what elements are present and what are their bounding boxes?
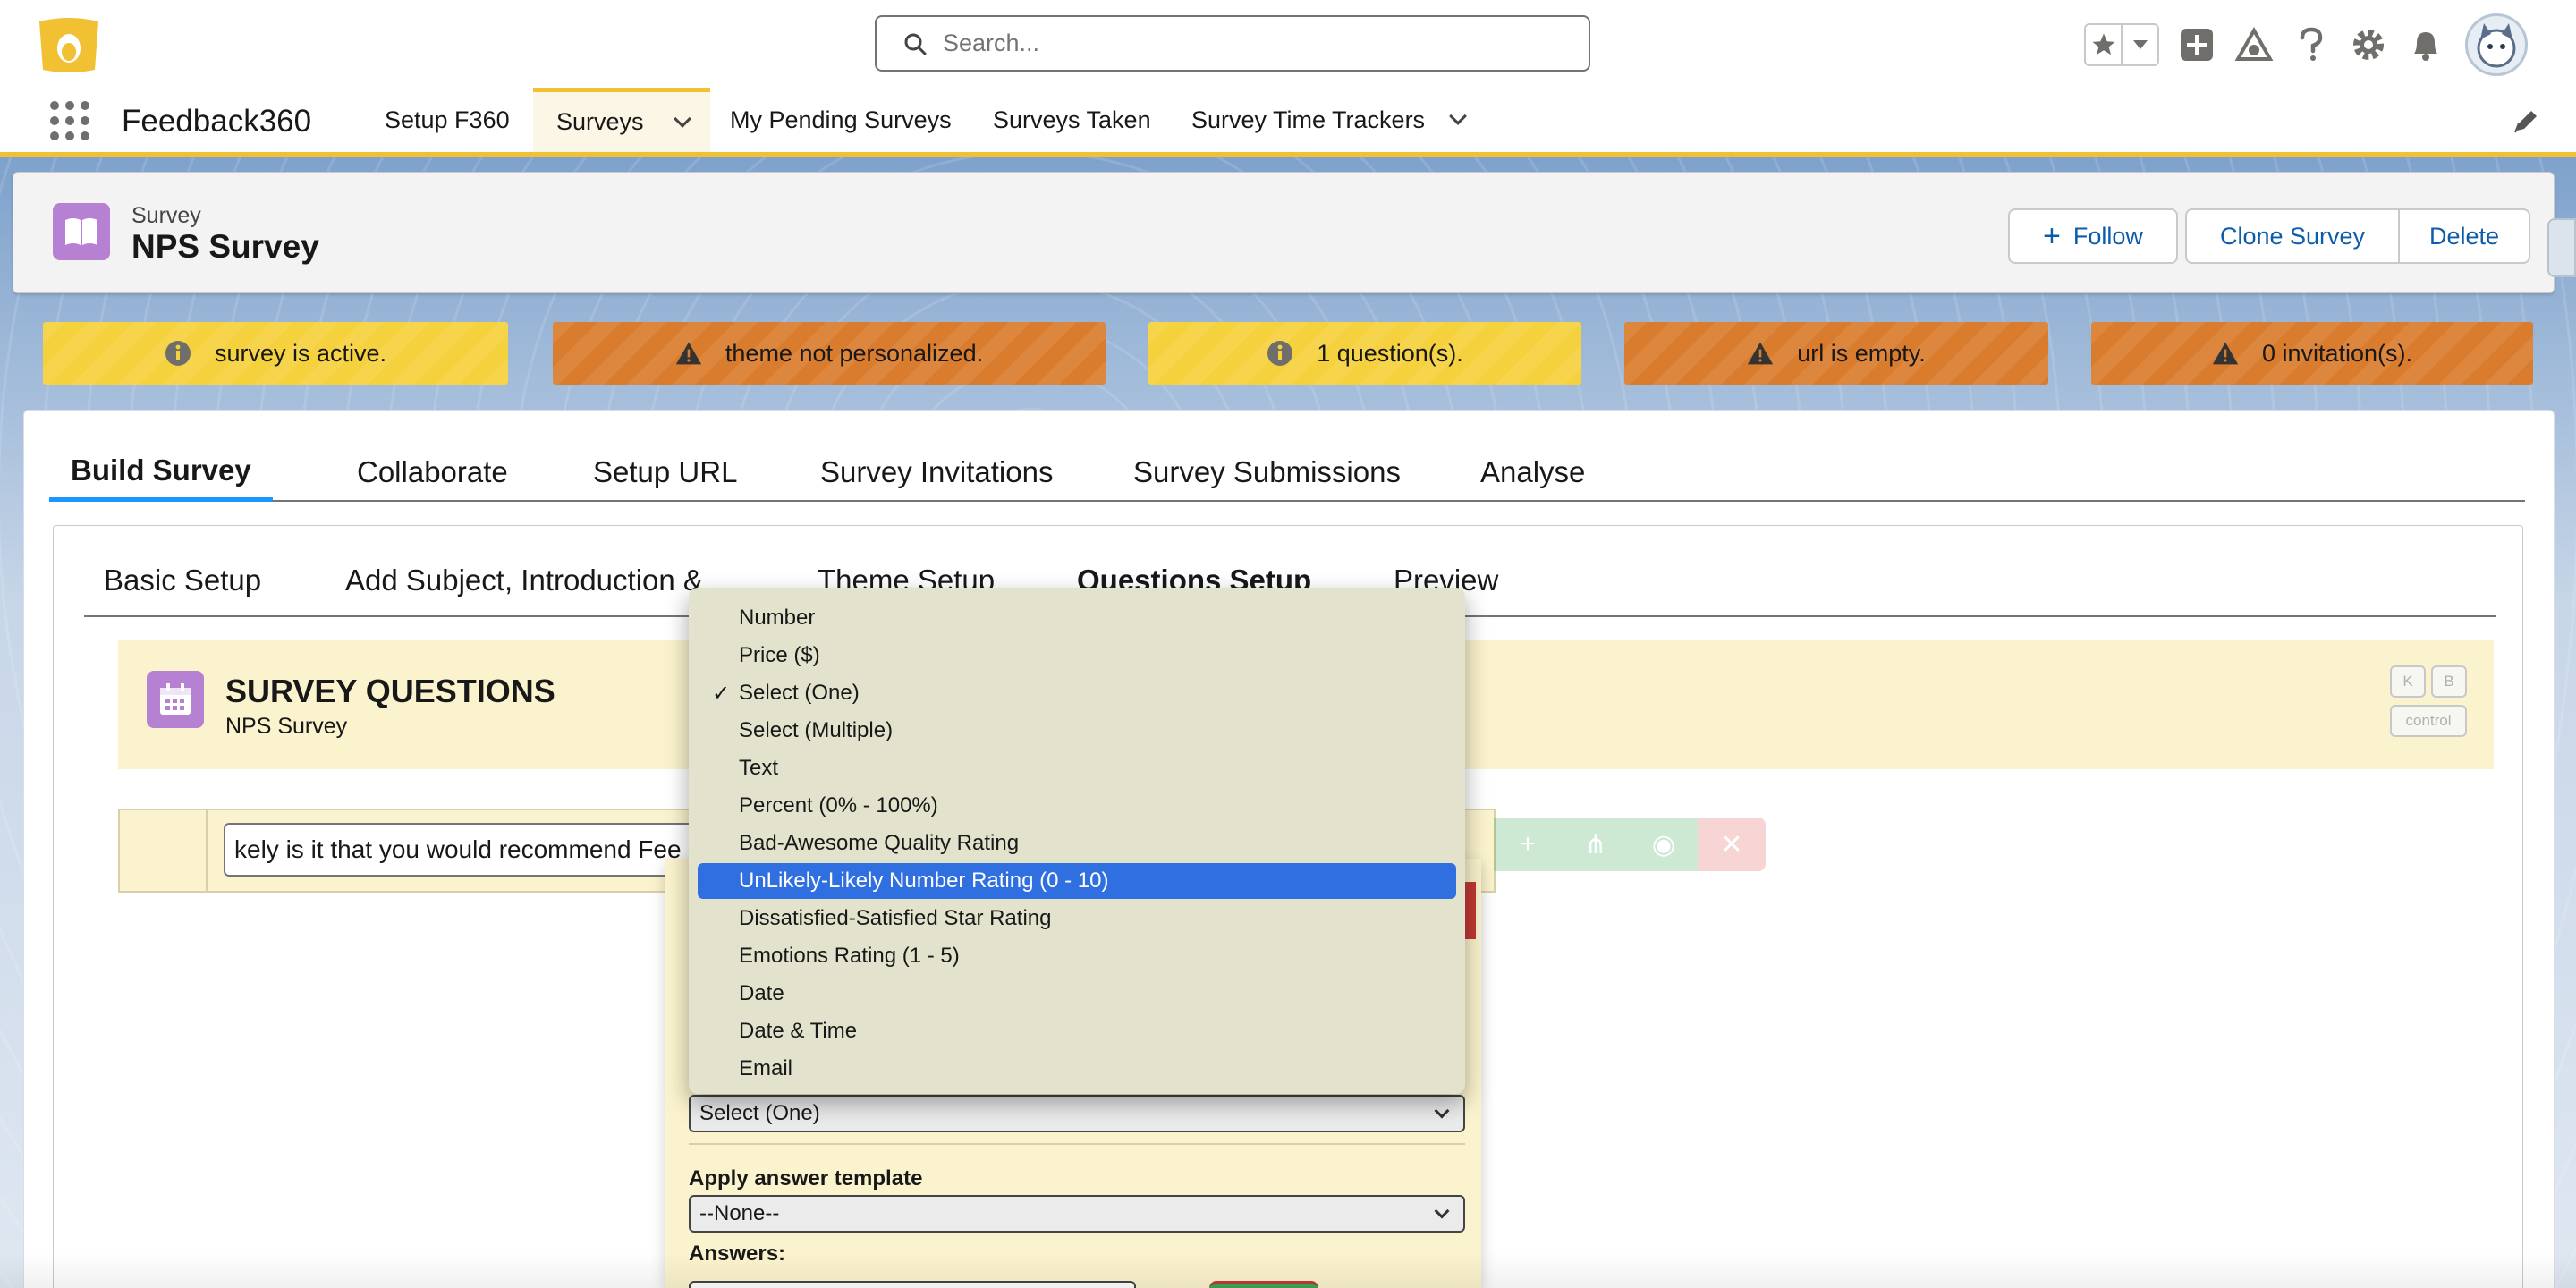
global-search-box[interactable]: [875, 15, 1590, 72]
calendar-icon: [147, 671, 204, 728]
info-icon: [1267, 340, 1293, 367]
app-name: Feedback360: [122, 104, 312, 139]
subtab-add-subject[interactable]: Add Subject, Introduction &: [345, 564, 703, 597]
trailhead-icon[interactable]: [2234, 25, 2274, 64]
search-input[interactable]: [943, 30, 1569, 57]
dropdown-option[interactable]: Percent (0% - 100%): [698, 788, 1456, 824]
follow-button-label: Follow: [2072, 222, 2143, 250]
global-header: [0, 0, 2576, 88]
record-header: Survey NPS Survey + Follow Clone Survey …: [13, 172, 2555, 293]
nav-item-surveys[interactable]: Surveys: [533, 88, 710, 152]
status-banner-questions: 1 question(s).: [1148, 322, 1581, 385]
survey-questions-title: SURVEY QUESTIONS: [225, 673, 555, 709]
preview-eye-icon[interactable]: ◉: [1630, 818, 1698, 871]
question-type-select[interactable]: Select (One): [689, 1095, 1465, 1132]
add-question-icon[interactable]: +: [1494, 818, 1562, 871]
info-icon: [165, 340, 191, 367]
nav-item-label: Surveys: [556, 108, 644, 135]
checkmark-icon: ✓: [712, 681, 731, 706]
dropdown-option[interactable]: Number: [698, 600, 1456, 636]
plus-icon: +: [2043, 219, 2061, 253]
tab-setup-url[interactable]: Setup URL: [593, 443, 737, 502]
tab-build-survey[interactable]: Build Survey: [49, 443, 273, 502]
follow-button[interactable]: + Follow: [2008, 208, 2178, 264]
dropdown-option-highlighted[interactable]: UnLikely-Likely Number Rating (0 - 10): [698, 863, 1456, 899]
gear-icon[interactable]: [2349, 25, 2388, 64]
banner-text: 0 invitation(s).: [2261, 339, 2413, 367]
tab-survey-invitations[interactable]: Survey Invitations: [820, 443, 1053, 502]
chevron-down-icon[interactable]: [673, 109, 691, 128]
dropdown-option[interactable]: Price ($): [698, 638, 1456, 674]
page-title: NPS Survey: [131, 228, 319, 265]
nav-item-survey-time-trackers[interactable]: Survey Time Trackers: [1191, 88, 1467, 152]
search-icon: [904, 33, 927, 55]
delete-button[interactable]: Delete: [2398, 208, 2530, 264]
dropdown-option[interactable]: Emotions Rating (1 - 5): [698, 938, 1456, 974]
nav-item-setup-f360[interactable]: Setup F360: [385, 88, 510, 152]
dropdown-option[interactable]: Dissatisfied-Satisfied Star Rating: [698, 901, 1456, 936]
nav-item-my-pending-surveys[interactable]: My Pending Surveys: [730, 88, 952, 152]
dropdown-option[interactable]: Select (Multiple): [698, 713, 1456, 749]
survey-questions-subtitle: NPS Survey: [225, 714, 348, 739]
status-banner-url: url is empty.: [1624, 322, 2048, 385]
subtab-basic-setup[interactable]: Basic Setup: [104, 564, 261, 597]
shortcut-key-b: B: [2431, 665, 2467, 698]
tab-survey-submissions[interactable]: Survey Submissions: [1133, 443, 1401, 502]
branch-icon[interactable]: ⋔: [1562, 818, 1630, 871]
banner-text: url is empty.: [1797, 339, 1926, 367]
side-panel-toggle[interactable]: [2547, 218, 2576, 277]
favorites-group: [2084, 23, 2159, 66]
dropdown-option[interactable]: Date & Time: [698, 1013, 1456, 1049]
chevron-down-icon[interactable]: [1449, 107, 1467, 125]
banner-text: theme not personalized.: [724, 339, 984, 367]
chevron-down-icon: [1434, 1103, 1450, 1119]
status-banner-theme: theme not personalized.: [553, 322, 1106, 385]
record-type-label: Survey: [131, 203, 201, 228]
answer-template-value: --None--: [699, 1201, 780, 1225]
status-banner-invitations: 0 invitation(s).: [2091, 322, 2533, 385]
editor-divider: [689, 1143, 1465, 1145]
edit-nav-pencil-icon[interactable]: [2513, 107, 2540, 134]
nav-item-label: Survey Time Trackers: [1191, 106, 1426, 133]
warning-icon: [675, 340, 702, 367]
answer-template-select[interactable]: --None--: [689, 1195, 1465, 1233]
notifications-bell-icon[interactable]: [2406, 25, 2445, 64]
banner-text: survey is active.: [214, 339, 387, 367]
delete-question-icon[interactable]: ✕: [1698, 818, 1766, 871]
app-navbar: Feedback360 Setup F360 Surveys My Pendin…: [0, 88, 2576, 157]
tab-collaborate[interactable]: Collaborate: [357, 443, 508, 502]
status-banner-active: survey is active.: [43, 322, 508, 385]
question-handle[interactable]: [120, 810, 208, 891]
user-avatar[interactable]: [2465, 13, 2528, 76]
dropdown-option[interactable]: Bad-Awesome Quality Rating: [698, 826, 1456, 861]
answer-template-label: Apply answer template: [689, 1166, 923, 1191]
survey-record-icon: [53, 203, 110, 260]
chevron-down-icon: [1434, 1203, 1450, 1219]
help-icon[interactable]: [2292, 25, 2331, 64]
banner-text: 1 question(s).: [1317, 339, 1463, 367]
favorites-star-icon[interactable]: [2086, 25, 2121, 64]
favorites-dropdown-icon[interactable]: [2121, 25, 2157, 64]
dropdown-option[interactable]: Date: [698, 976, 1456, 1012]
app-logo-icon[interactable]: [36, 18, 102, 73]
dropdown-option-selected[interactable]: ✓ Select (One): [698, 675, 1456, 711]
survey-tabs: Build Survey Collaborate Setup URL Surve…: [49, 443, 2525, 502]
shortcut-key-control: control: [2390, 705, 2467, 737]
nav-item-surveys-taken[interactable]: Surveys Taken: [993, 88, 1151, 152]
question-actions: + ⋔ ◉ ✕: [1494, 818, 1766, 871]
question-type-dropdown: Number Price ($) ✓ Select (One) Select (…: [689, 588, 1465, 1094]
shortcut-key-k: K: [2390, 665, 2426, 698]
bottom-shadow: [0, 1252, 2576, 1288]
global-add-icon[interactable]: [2177, 25, 2216, 64]
app-launcher-icon[interactable]: [50, 101, 89, 140]
dropdown-option[interactable]: Text: [698, 750, 1456, 786]
warning-icon: [1747, 340, 1774, 367]
question-type-value: Select (One): [699, 1101, 820, 1125]
warning-icon: [2212, 340, 2239, 367]
clone-survey-button[interactable]: Clone Survey: [2185, 208, 2400, 264]
tab-analyse[interactable]: Analyse: [1480, 443, 1585, 502]
dropdown-option[interactable]: Email: [698, 1051, 1456, 1087]
